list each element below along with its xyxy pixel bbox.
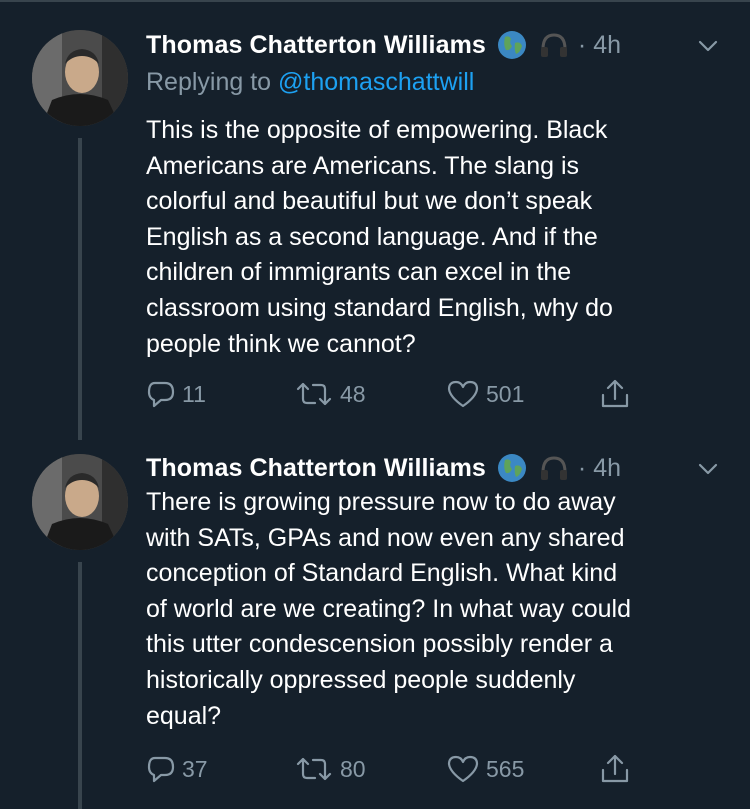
tweet-text: This is the opposite of empowering. Blac… (146, 116, 613, 358)
like-count: 565 (486, 755, 525, 782)
tweet-header: Thomas Chatterton Williams · 4h (146, 25, 621, 65)
replying-prefix: Replying to (146, 68, 272, 96)
share-icon (601, 379, 629, 408)
share-button[interactable] (598, 374, 632, 414)
reply-button[interactable]: 37 (146, 749, 208, 789)
tweet-actions: 37 80 565 (146, 749, 646, 789)
reply-icon (147, 381, 175, 408)
avatar[interactable] (32, 454, 128, 550)
retweet-button[interactable]: 48 (294, 374, 366, 414)
author-name[interactable]: Thomas Chatterton Williams (146, 454, 486, 483)
globe-earth-emoji-icon (496, 29, 528, 61)
reply-icon (147, 756, 175, 783)
tweet-2[interactable]: Thomas Chatterton Williams · 4h There is… (0, 440, 750, 809)
tweet-actions: 11 48 501 (146, 374, 646, 414)
timestamp[interactable]: · 4h (578, 31, 621, 60)
reply-button[interactable]: 11 (146, 374, 206, 414)
retweet-button[interactable]: 80 (294, 749, 366, 789)
reply-count: 11 (182, 380, 206, 407)
share-button[interactable] (598, 749, 632, 789)
chevron-down-icon[interactable] (697, 458, 719, 480)
globe-earth-emoji-icon (496, 452, 528, 484)
chevron-down-icon[interactable] (697, 35, 719, 57)
headphones-emoji-icon (538, 452, 570, 484)
share-icon (601, 754, 629, 783)
retweet-icon (296, 757, 332, 781)
headphones-emoji-icon (538, 29, 570, 61)
replying-handle-link[interactable]: @thomaschattwill (278, 68, 474, 96)
tweet-1[interactable]: Thomas Chatterton Williams · 4h Replying… (0, 0, 750, 440)
heart-icon (447, 755, 479, 783)
like-button[interactable]: 565 (446, 749, 524, 789)
heart-icon (447, 380, 479, 408)
retweet-count: 80 (340, 755, 366, 782)
tweet-text: There is growing pressure now to do away… (146, 488, 631, 730)
avatar[interactable] (32, 30, 128, 126)
like-count: 501 (486, 380, 525, 407)
thread-line (78, 138, 82, 440)
timestamp[interactable]: · 4h (578, 454, 621, 483)
thread-line (78, 562, 82, 809)
like-button[interactable]: 501 (446, 374, 524, 414)
author-name[interactable]: Thomas Chatterton Williams (146, 31, 486, 60)
reply-count: 37 (182, 755, 208, 782)
retweet-count: 48 (340, 380, 366, 407)
replying-to: Replying to @thomaschattwill (146, 68, 474, 97)
tweet-header: Thomas Chatterton Williams · 4h (146, 448, 621, 488)
retweet-icon (296, 382, 332, 406)
